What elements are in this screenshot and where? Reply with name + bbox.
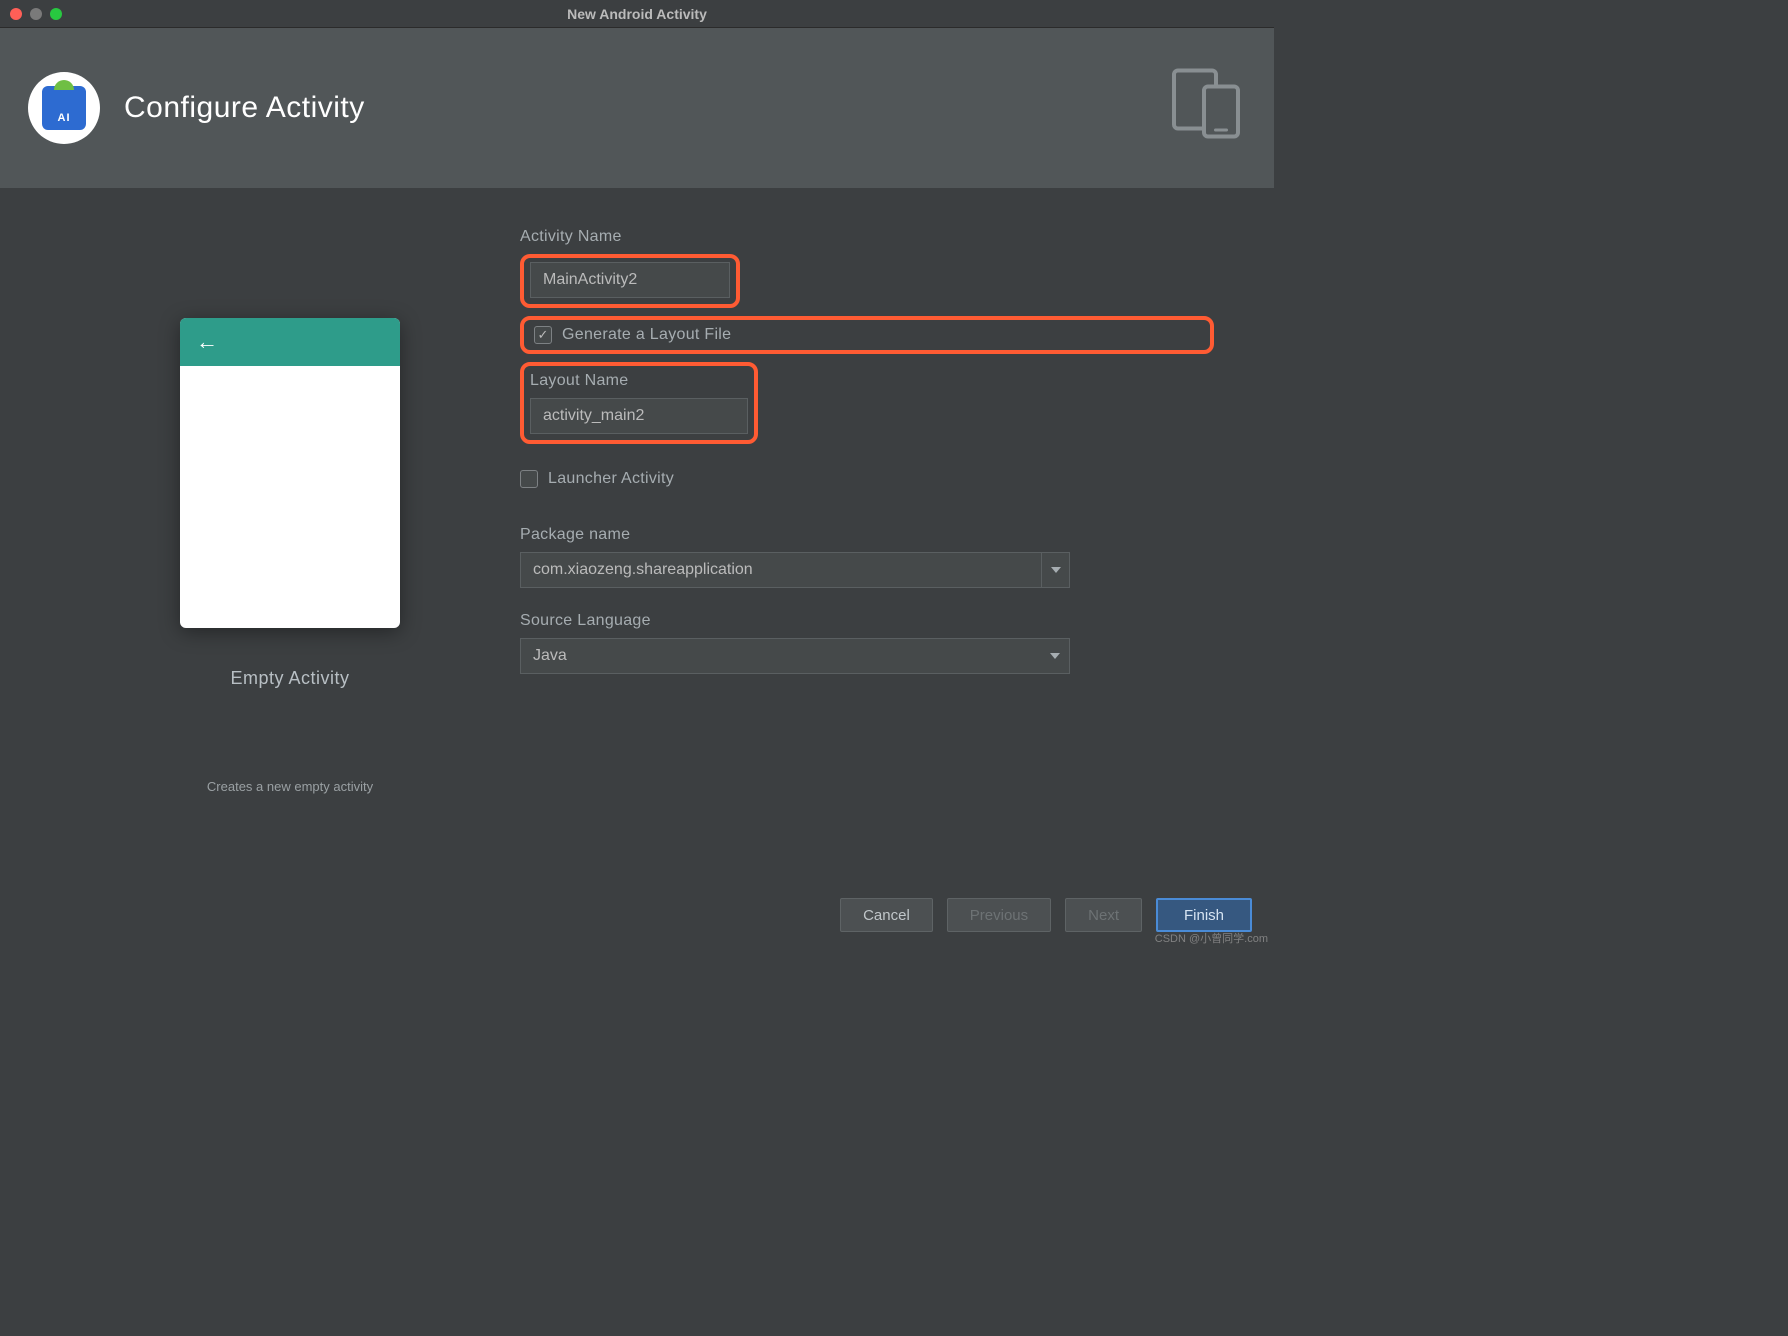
phone-appbar: ← <box>180 318 400 366</box>
titlebar: New Android Activity <box>0 0 1274 28</box>
highlight-activity-name <box>520 254 740 308</box>
source-language-group: Source Language Java <box>520 612 1214 674</box>
layout-name-group: Layout Name <box>520 362 1214 444</box>
watermark: CSDN @小曾同学.com <box>1155 930 1268 946</box>
layout-name-label: Layout Name <box>530 372 748 390</box>
finish-button[interactable]: Finish <box>1156 898 1252 932</box>
template-description: Creates a new empty activity <box>60 779 520 794</box>
generate-layout-label: Generate a Layout File <box>562 326 731 344</box>
source-language-label: Source Language <box>520 612 1214 630</box>
launcher-checkbox[interactable] <box>520 470 538 488</box>
android-studio-logo: AI <box>28 72 100 144</box>
highlight-generate-layout: Generate a Layout File <box>520 316 1214 354</box>
launcher-group: Launcher Activity <box>520 456 1214 502</box>
package-label: Package name <box>520 526 1214 544</box>
window-controls <box>10 8 62 20</box>
previous-button[interactable]: Previous <box>947 898 1051 932</box>
window-title: New Android Activity <box>567 6 707 22</box>
template-name: Empty Activity <box>230 668 349 689</box>
next-button[interactable]: Next <box>1065 898 1142 932</box>
android-studio-icon: AI <box>42 86 86 130</box>
package-group: Package name com.xiaozeng.shareapplicati… <box>520 526 1214 588</box>
generate-layout-checkbox[interactable] <box>534 326 552 344</box>
back-arrow-icon: ← <box>196 329 218 355</box>
cancel-button[interactable]: Cancel <box>840 898 933 932</box>
package-name-value: com.xiaozeng.shareapplication <box>533 561 753 579</box>
activity-name-label: Activity Name <box>520 228 1214 246</box>
close-window-icon[interactable] <box>10 8 22 20</box>
source-language-value: Java <box>533 647 567 665</box>
highlight-layout-name: Layout Name <box>520 362 758 444</box>
wizard-footer: Cancel Previous Next Finish <box>840 898 1252 932</box>
wizard-header: AI Configure Activity <box>0 28 1274 188</box>
dialog-window: New Android Activity AI Configure Activi… <box>0 0 1274 948</box>
wizard-body: ← Empty Activity Creates a new empty act… <box>0 188 1274 888</box>
chevron-down-icon <box>1041 553 1069 587</box>
devices-icon <box>1168 67 1246 150</box>
page-title: Configure Activity <box>124 91 365 125</box>
activity-name-group: Activity Name <box>520 228 1214 308</box>
launcher-row[interactable]: Launcher Activity <box>520 470 1214 488</box>
maximize-window-icon[interactable] <box>50 8 62 20</box>
layout-name-input[interactable] <box>530 398 748 434</box>
generate-layout-row[interactable]: Generate a Layout File <box>534 326 1200 344</box>
chevron-down-icon <box>1041 639 1069 673</box>
template-preview-column: ← Empty Activity Creates a new empty act… <box>60 228 520 888</box>
activity-name-input[interactable] <box>530 262 730 298</box>
minimize-window-icon[interactable] <box>30 8 42 20</box>
package-name-select[interactable]: com.xiaozeng.shareapplication <box>520 552 1070 588</box>
launcher-label: Launcher Activity <box>548 470 674 488</box>
source-language-select[interactable]: Java <box>520 638 1070 674</box>
phone-preview: ← <box>180 318 400 628</box>
form-column: Activity Name Generate a Layout File Lay… <box>520 228 1214 888</box>
